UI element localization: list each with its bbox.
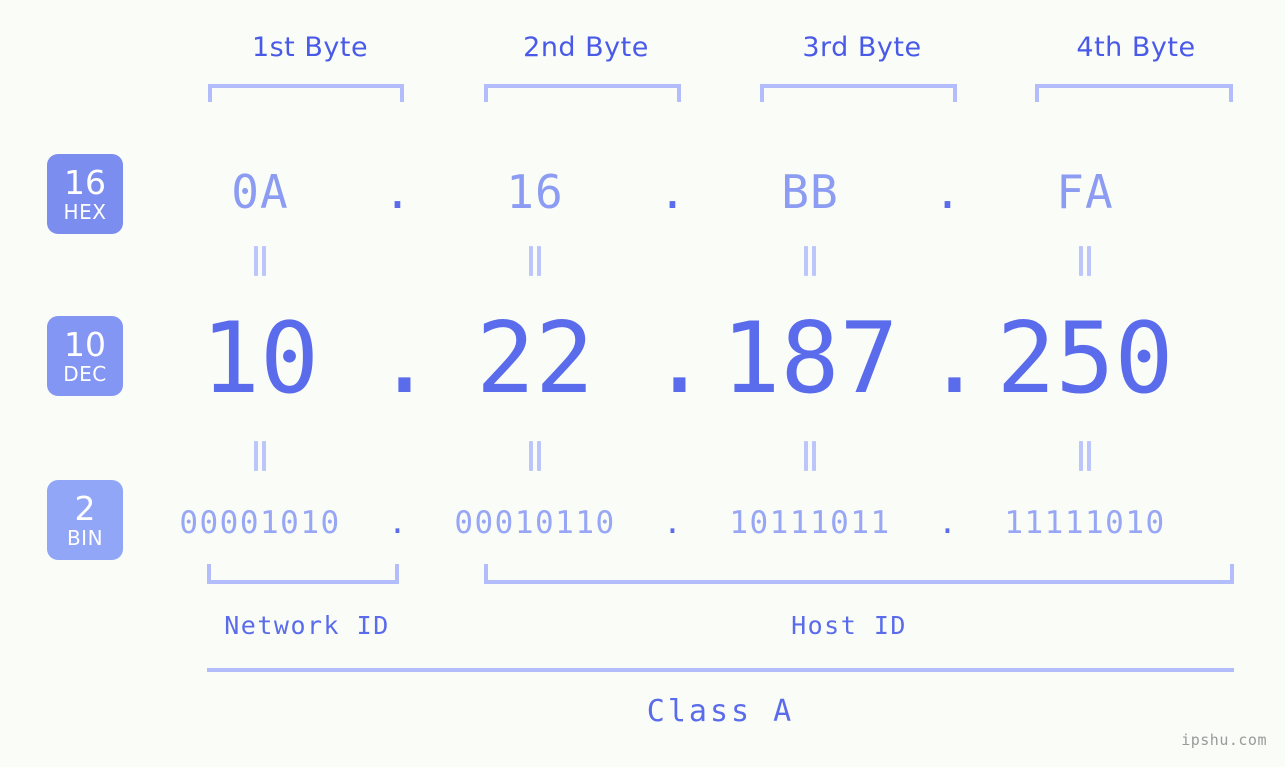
- bin-separator-2: .: [663, 505, 682, 541]
- equals-icon: [803, 441, 817, 471]
- bin-separator-3: .: [938, 505, 957, 541]
- base-badge-hex: 16 HEX: [47, 154, 123, 234]
- dec-octet-4: 250: [996, 301, 1174, 416]
- network-id-bracket: [207, 564, 399, 584]
- base-badge-hex-number: 16: [64, 163, 106, 202]
- byte-header-4: 4th Byte: [1076, 32, 1196, 63]
- hex-octet-1: 0A: [231, 165, 289, 219]
- base-badge-bin: 2 BIN: [47, 480, 123, 560]
- dec-value-row: 10 . 22 . 187 . 250: [145, 296, 1260, 421]
- class-label: Class A: [646, 694, 795, 729]
- equals-icon: [528, 246, 542, 276]
- byte-bracket-4: [1035, 84, 1233, 102]
- equality-marker-1: [145, 246, 375, 276]
- equals-icon: [1078, 246, 1092, 276]
- bin-octet-2: 00010110: [454, 505, 616, 541]
- base-badge-hex-name: HEX: [63, 200, 107, 224]
- equals-icon: [1078, 441, 1092, 471]
- base-badge-bin-number: 2: [74, 489, 96, 528]
- bin-value-row: 00001010 . 00010110 . 10111011 . 1111101…: [145, 492, 1260, 554]
- equality-marker-2: [420, 246, 650, 276]
- dec-octet-3: 187: [721, 301, 899, 416]
- bin-octet-4: 11111010: [1004, 505, 1166, 541]
- equality-marker-7: [695, 441, 925, 471]
- equals-icon: [528, 441, 542, 471]
- equals-icon: [803, 246, 817, 276]
- hex-value-row: 0A . 16 . BB . FA: [145, 152, 1260, 232]
- byte-bracket-1: [208, 84, 404, 102]
- byte-header-1: 1st Byte: [251, 32, 369, 63]
- ip-address-diagram: 1st Byte 2nd Byte 3rd Byte 4th Byte 16 H…: [0, 0, 1285, 767]
- equality-marker-3: [695, 246, 925, 276]
- base-badge-dec-number: 10: [64, 325, 106, 364]
- hex-octet-2: 16: [506, 165, 564, 219]
- equality-marker-5: [145, 441, 375, 471]
- bin-octet-3: 10111011: [729, 505, 891, 541]
- byte-header-3: 3rd Byte: [802, 32, 922, 63]
- base-badge-dec: 10 DEC: [47, 316, 123, 396]
- host-id-bracket: [484, 564, 1234, 584]
- dec-separator-3: .: [925, 301, 985, 416]
- hex-separator-2: .: [658, 165, 687, 219]
- equals-icon: [253, 246, 267, 276]
- bin-octet-1: 00001010: [179, 505, 341, 541]
- hex-octet-4: FA: [1056, 165, 1114, 219]
- equality-marker-6: [420, 441, 650, 471]
- base-badge-dec-name: DEC: [63, 362, 107, 386]
- hex-separator-1: .: [383, 165, 412, 219]
- byte-bracket-2: [484, 84, 681, 102]
- network-id-label: Network ID: [224, 611, 390, 640]
- equality-marker-4: [970, 246, 1200, 276]
- host-id-label: Host ID: [791, 611, 907, 640]
- base-badge-bin-name: BIN: [66, 526, 104, 550]
- byte-bracket-3: [760, 84, 957, 102]
- hex-octet-3: BB: [781, 165, 839, 219]
- dec-separator-2: .: [650, 301, 710, 416]
- dec-separator-1: .: [375, 301, 435, 416]
- equality-row-dec-bin: [145, 438, 1260, 474]
- bin-separator-1: .: [388, 505, 407, 541]
- dec-octet-2: 22: [475, 301, 594, 416]
- equality-marker-8: [970, 441, 1200, 471]
- hex-separator-3: .: [933, 165, 962, 219]
- dec-octet-1: 10: [200, 301, 319, 416]
- site-watermark: ipshu.com: [1181, 731, 1267, 749]
- byte-header-2: 2nd Byte: [523, 32, 649, 63]
- equality-row-hex-dec: [145, 243, 1260, 279]
- equals-icon: [253, 441, 267, 471]
- class-bracket: [207, 668, 1234, 672]
